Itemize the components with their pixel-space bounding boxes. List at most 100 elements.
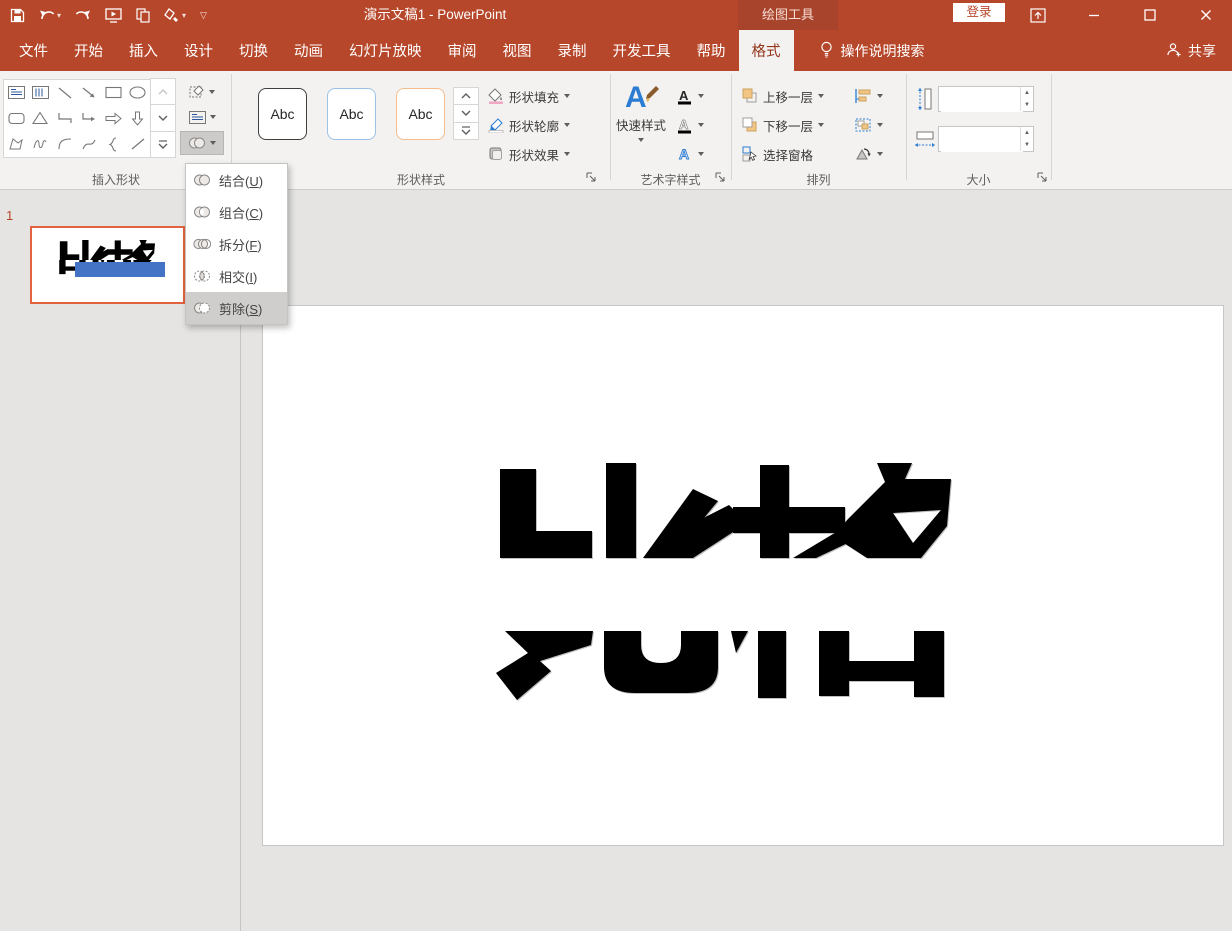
group-objects-caret-icon[interactable] — [877, 123, 883, 127]
shape-down-arrow-icon[interactable] — [131, 111, 144, 126]
customize-qat-icon[interactable]: ▽ — [198, 4, 209, 26]
shape-height-input[interactable] — [941, 88, 1023, 112]
shape-styles-dialog-launcher-icon[interactable] — [585, 171, 597, 183]
undo-button[interactable]: ▾ — [37, 4, 63, 26]
rotate-caret-icon[interactable] — [877, 152, 883, 156]
shape-effects-caret-icon[interactable] — [564, 152, 571, 156]
gallery-scroll-down-icon[interactable] — [150, 104, 176, 132]
ink-shape-button[interactable]: ▾ — [162, 4, 188, 26]
shape-right-arrow-icon[interactable] — [105, 112, 122, 125]
width-down-icon[interactable]: ▼ — [1020, 139, 1033, 151]
text-effects-caret-icon[interactable] — [698, 152, 704, 156]
shape-textbox-icon[interactable] — [7, 86, 25, 100]
bring-forward-caret-icon[interactable] — [818, 94, 825, 98]
gallery-more-icon[interactable] — [150, 130, 176, 158]
shape-line2-icon[interactable] — [130, 137, 146, 151]
slide-thumbnail-1[interactable] — [30, 226, 185, 304]
insert-textbox-button[interactable] — [180, 105, 224, 129]
menu-item-intersect[interactable]: 相交(I) — [186, 260, 287, 292]
style-scroll-up-icon[interactable] — [453, 87, 479, 106]
copy-icon[interactable] — [134, 4, 152, 26]
close-icon[interactable] — [1196, 5, 1216, 25]
shape-rectangle-icon[interactable] — [105, 86, 122, 99]
start-slideshow-icon[interactable] — [103, 4, 124, 26]
shape-vertical-textbox-icon[interactable] — [31, 86, 49, 100]
shape-rounded-rectangle-icon[interactable] — [8, 112, 25, 125]
shape-triangle-icon[interactable] — [32, 111, 49, 125]
tab-view[interactable]: 视图 — [490, 30, 545, 71]
height-down-icon[interactable]: ▼ — [1020, 99, 1033, 111]
shape-outline-button[interactable]: 形状轮廓 — [488, 112, 571, 138]
edit-shape-caret-icon[interactable] — [209, 90, 215, 94]
insert-textbox-caret-icon[interactable] — [209, 115, 216, 119]
quick-styles-button[interactable]: A 快速样式 — [612, 79, 670, 171]
maximize-icon[interactable] — [1140, 5, 1160, 25]
style-more-icon[interactable] — [453, 121, 479, 140]
minimize-icon[interactable] — [1084, 5, 1104, 25]
tab-insert[interactable]: 插入 — [116, 30, 171, 71]
rotate-button[interactable] — [854, 141, 883, 167]
shape-fill-button[interactable]: 形状填充 — [488, 83, 571, 109]
edit-shape-button[interactable] — [180, 80, 224, 104]
selection-pane-button[interactable]: 选择窗格 — [742, 141, 813, 167]
merged-shape-bottom-fragment[interactable] — [495, 631, 945, 701]
quick-styles-caret-icon[interactable] — [638, 138, 644, 142]
text-fill-button[interactable]: A — [676, 83, 704, 109]
tab-format[interactable]: 格式 — [738, 30, 794, 71]
tab-record[interactable]: 录制 — [545, 30, 600, 71]
tab-animations[interactable]: 动画 — [281, 30, 336, 71]
menu-item-union[interactable]: 结合(U) — [186, 164, 287, 196]
width-up-icon[interactable]: ▲ — [1020, 127, 1033, 139]
tab-review[interactable]: 审阅 — [435, 30, 490, 71]
gallery-scroll-up-icon[interactable] — [150, 78, 176, 106]
save-icon[interactable] — [8, 4, 27, 26]
wordart-dialog-launcher-icon[interactable] — [714, 171, 726, 183]
shape-style-swatch-2[interactable]: Abc — [327, 88, 376, 140]
merge-shapes-caret-icon[interactable] — [210, 141, 216, 145]
merged-shape-top-fragment[interactable] — [496, 463, 951, 558]
tab-transitions[interactable]: 切换 — [226, 30, 281, 71]
shape-curve-icon[interactable] — [81, 137, 97, 151]
shape-scribble-icon[interactable] — [32, 137, 48, 151]
send-backward-button[interactable]: 下移一层 — [742, 112, 825, 138]
group-objects-button[interactable] — [854, 112, 883, 138]
text-outline-button[interactable]: A — [676, 112, 704, 138]
tab-home[interactable]: 开始 — [61, 30, 116, 71]
undo-caret-icon[interactable]: ▾ — [57, 11, 61, 20]
bring-forward-button[interactable]: 上移一层 — [742, 83, 825, 109]
text-outline-caret-icon[interactable] — [698, 123, 704, 127]
menu-item-fragment[interactable]: 拆分(F) — [186, 228, 287, 260]
shape-arrow-icon[interactable] — [81, 86, 97, 100]
shape-oval-icon[interactable] — [129, 86, 146, 99]
ribbon-display-options-icon[interactable] — [1028, 5, 1048, 25]
shape-elbow-arrow-connector-icon[interactable] — [81, 111, 97, 125]
text-fill-caret-icon[interactable] — [698, 94, 704, 98]
shape-style-swatch-1[interactable]: Abc — [258, 88, 307, 140]
shape-fill-caret-icon[interactable] — [564, 94, 571, 98]
ink-shape-caret-icon[interactable]: ▾ — [182, 11, 186, 20]
tab-file[interactable]: 文件 — [6, 30, 61, 71]
shape-elbow-connector-icon[interactable] — [57, 111, 73, 125]
tab-developer[interactable]: 开发工具 — [600, 30, 684, 71]
height-up-icon[interactable]: ▲ — [1020, 87, 1033, 99]
shape-effects-button[interactable]: 形状效果 — [488, 141, 571, 167]
merge-shapes-button[interactable] — [180, 131, 224, 155]
shape-arc-icon[interactable] — [57, 137, 73, 151]
tab-slideshow[interactable]: 幻灯片放映 — [336, 30, 435, 71]
tell-me-search[interactable]: 操作说明搜索 — [820, 30, 925, 71]
tab-help[interactable]: 帮助 — [684, 30, 739, 71]
align-caret-icon[interactable] — [877, 94, 883, 98]
text-effects-button[interactable]: A — [676, 141, 704, 167]
shape-freeform-icon[interactable] — [8, 137, 24, 151]
style-scroll-down-icon[interactable] — [453, 104, 479, 123]
slide-canvas[interactable] — [262, 305, 1224, 846]
shape-brace-icon[interactable] — [108, 137, 118, 152]
size-dialog-launcher-icon[interactable] — [1036, 171, 1048, 183]
redo-button[interactable] — [73, 4, 93, 26]
menu-item-subtract[interactable]: 剪除(S) — [186, 292, 287, 324]
shape-line-icon[interactable] — [57, 86, 73, 100]
tab-design[interactable]: 设计 — [171, 30, 226, 71]
shape-style-swatch-3[interactable]: Abc — [396, 88, 445, 140]
menu-item-combine[interactable]: 组合(C) — [186, 196, 287, 228]
send-backward-caret-icon[interactable] — [818, 123, 825, 127]
